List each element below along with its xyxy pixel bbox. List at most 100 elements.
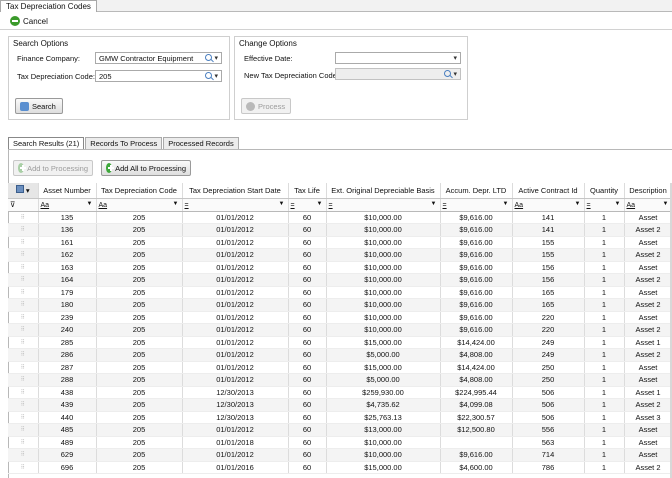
row-selector[interactable]: ⠿ [8,298,39,312]
filter-dropdown-icon[interactable]: ▼ [317,201,323,207]
filter-dropdown-icon[interactable]: ▼ [87,201,93,207]
column-filter[interactable]: = ▼ [182,198,289,212]
column-filter[interactable]: = ▼ [326,198,441,212]
finance-company-select[interactable]: GMW Contractor Equipment ▾ [95,52,222,64]
row-selector[interactable]: ⠿ [8,411,39,424]
column-filter[interactable]: Aa ▼ [624,198,672,212]
dropdown-icon[interactable]: ▾ [214,72,218,80]
dropdown-icon[interactable]: ▾ [453,70,457,78]
column-header[interactable]: Active Contract Id [512,183,585,199]
column-filter[interactable]: = ▼ [288,198,327,212]
filter-operator[interactable]: = [291,202,295,209]
column-header[interactable]: Quantity [584,183,625,199]
row-selector[interactable]: ⠿ [8,336,39,349]
add-to-processing-button[interactable]: Add to Processing [13,160,93,176]
tax-code-select[interactable]: 205 ▾ [95,70,222,82]
table-row[interactable]: ⠿ 440 205 12/30/2013 60 $25,763.13 $22,300.57 5… [8,411,672,424]
row-selector[interactable]: ⠿ [8,248,39,262]
row-selector[interactable]: ⠿ [8,398,39,412]
table-row[interactable]: ⠿ 180 205 01/01/2012 60 $10,000.00 $9,616.00 16… [8,298,672,312]
row-selector[interactable]: ⠿ [8,348,39,362]
table-row[interactable]: ⠿ 135 205 01/01/2012 60 $10,000.00 $9,616.00 14… [8,211,672,224]
filter-operator[interactable]: Aa [41,202,50,209]
table-row[interactable]: ⠿ 438 205 12/30/2013 60 $259,930.00 $224,995.4… [8,386,672,399]
add-all-to-processing-button[interactable]: Add All to Processing [101,160,191,176]
lookup-icon[interactable] [444,70,452,77]
column-filter[interactable]: = ▼ [440,198,513,212]
filter-clear-icon[interactable]: ⊽ [8,198,39,212]
table-row[interactable]: ⠿ 287 205 01/01/2012 60 $15,000.00 $14,424.00 2… [8,361,672,374]
tab-processed-records[interactable]: Processed Records [163,137,239,149]
table-row[interactable]: ⠿ 239 205 01/01/2012 60 $10,000.00 $9,616.00 22… [8,311,672,324]
row-selector[interactable]: ⠿ [8,236,39,249]
column-filter[interactable]: = ▼ [584,198,625,212]
row-selector[interactable]: ⠿ [8,211,39,224]
filter-operator[interactable]: = [443,202,447,209]
column-filter[interactable]: Aa ▼ [96,198,183,212]
process-button[interactable]: Process [241,98,291,114]
dropdown-icon[interactable]: ▾ [453,54,457,62]
table-row[interactable]: ⠿ 285 205 01/01/2012 60 $15,000.00 $14,424.00 2… [8,336,672,349]
table-row[interactable]: ⠿ 629 205 01/01/2012 60 $10,000.00 $9,616.00 71… [8,448,672,462]
filter-operator[interactable]: = [587,202,591,209]
column-header[interactable]: Description [624,183,672,199]
dropdown-icon[interactable]: ▾ [214,54,218,62]
filter-dropdown-icon[interactable]: ▼ [279,201,285,207]
filter-operator[interactable]: = [185,202,189,209]
table-cell: $14,424.00 [440,361,513,374]
cancel-button[interactable]: Cancel [10,15,48,27]
table-row[interactable]: ⠿ 439 205 12/30/2013 60 $4,735.62 $4,099.08 506… [8,398,672,412]
row-selector[interactable]: ⠿ [8,286,39,299]
column-chooser[interactable]: ▾ [8,183,39,199]
table-row[interactable]: ⠿ 485 205 01/01/2012 60 $13,000.00 $12,500.80 5… [8,423,672,437]
column-header[interactable]: Asset Number [38,183,97,199]
column-filter[interactable]: Aa ▼ [512,198,585,212]
filter-operator[interactable]: Aa [627,202,636,209]
filter-dropdown-icon[interactable]: ▼ [431,201,437,207]
column-header[interactable]: Tax Depreciation Start Date [182,183,289,199]
table-row[interactable]: ⠿ 136 205 01/01/2012 60 $10,000.00 $9,616.00 14… [8,223,672,237]
effective-date-picker[interactable]: ▾ [335,52,461,64]
row-selector[interactable]: ⠿ [8,361,39,374]
table-row[interactable]: ⠿ 162 205 01/01/2012 60 $10,000.00 $9,616.00 15… [8,248,672,262]
row-selector[interactable]: ⠿ [8,448,39,462]
filter-dropdown-icon[interactable]: ▼ [663,201,669,207]
tab-records-to-process[interactable]: Records To Process [85,137,163,149]
row-selector[interactable]: ⠿ [8,223,39,237]
table-row[interactable]: ⠿ 696 205 01/01/2016 60 $15,000.00 $4,600.00 78… [8,461,672,474]
column-header[interactable]: Accum. Depr. LTD [440,183,513,199]
table-row[interactable]: ⠿ 286 205 01/01/2012 60 $5,000.00 $4,808.00 249… [8,348,672,362]
row-selector[interactable]: ⠿ [8,323,39,337]
filter-dropdown-icon[interactable]: ▼ [503,201,509,207]
table-row[interactable]: ⠿ 164 205 01/01/2012 60 $10,000.00 $9,616.00 15… [8,273,672,287]
row-selector[interactable]: ⠿ [8,423,39,437]
row-selector[interactable]: ⠿ [8,461,39,474]
lookup-icon[interactable] [205,72,213,79]
table-row[interactable]: ⠿ 240 205 01/01/2012 60 $10,000.00 $9,616.00 22… [8,323,672,337]
row-selector[interactable]: ⠿ [8,261,39,274]
row-selector[interactable]: ⠿ [8,273,39,287]
tab-tax-depreciation-codes[interactable]: Tax Depreciation Codes [0,0,97,12]
column-header[interactable]: Tax Life [288,183,327,199]
new-code-select[interactable]: ▾ [335,68,461,80]
row-selector[interactable]: ⠿ [8,386,39,399]
table-row[interactable]: ⠿ 163 205 01/01/2012 60 $10,000.00 $9,616.00 15… [8,261,672,274]
row-selector[interactable]: ⠿ [8,436,39,449]
column-header[interactable]: Tax Depreciation Code [96,183,183,199]
table-row[interactable]: ⠿ 161 205 01/01/2012 60 $10,000.00 $9,616.00 15… [8,236,672,249]
column-header[interactable]: Ext. Original Depreciable Basis [326,183,441,199]
column-filter[interactable]: Aa ▼ [38,198,97,212]
filter-dropdown-icon[interactable]: ▼ [575,201,581,207]
filter-operator[interactable]: Aa [515,202,524,209]
filter-operator[interactable]: Aa [99,202,108,209]
row-selector[interactable]: ⠿ [8,311,39,324]
filter-dropdown-icon[interactable]: ▼ [173,201,179,207]
row-selector[interactable]: ⠿ [8,373,39,387]
search-button[interactable]: Search [15,98,63,114]
table-row[interactable]: ⠿ 179 205 01/01/2012 60 $10,000.00 $9,616.00 16… [8,286,672,299]
filter-operator[interactable]: = [329,202,333,209]
filter-dropdown-icon[interactable]: ▼ [615,201,621,207]
table-row[interactable]: ⠿ 489 205 01/01/2018 60 $10,000.00 563 1 Asset [8,436,672,449]
lookup-icon[interactable] [205,54,213,61]
table-row[interactable]: ⠿ 288 205 01/01/2012 60 $5,000.00 $4,808.00 250… [8,373,672,387]
